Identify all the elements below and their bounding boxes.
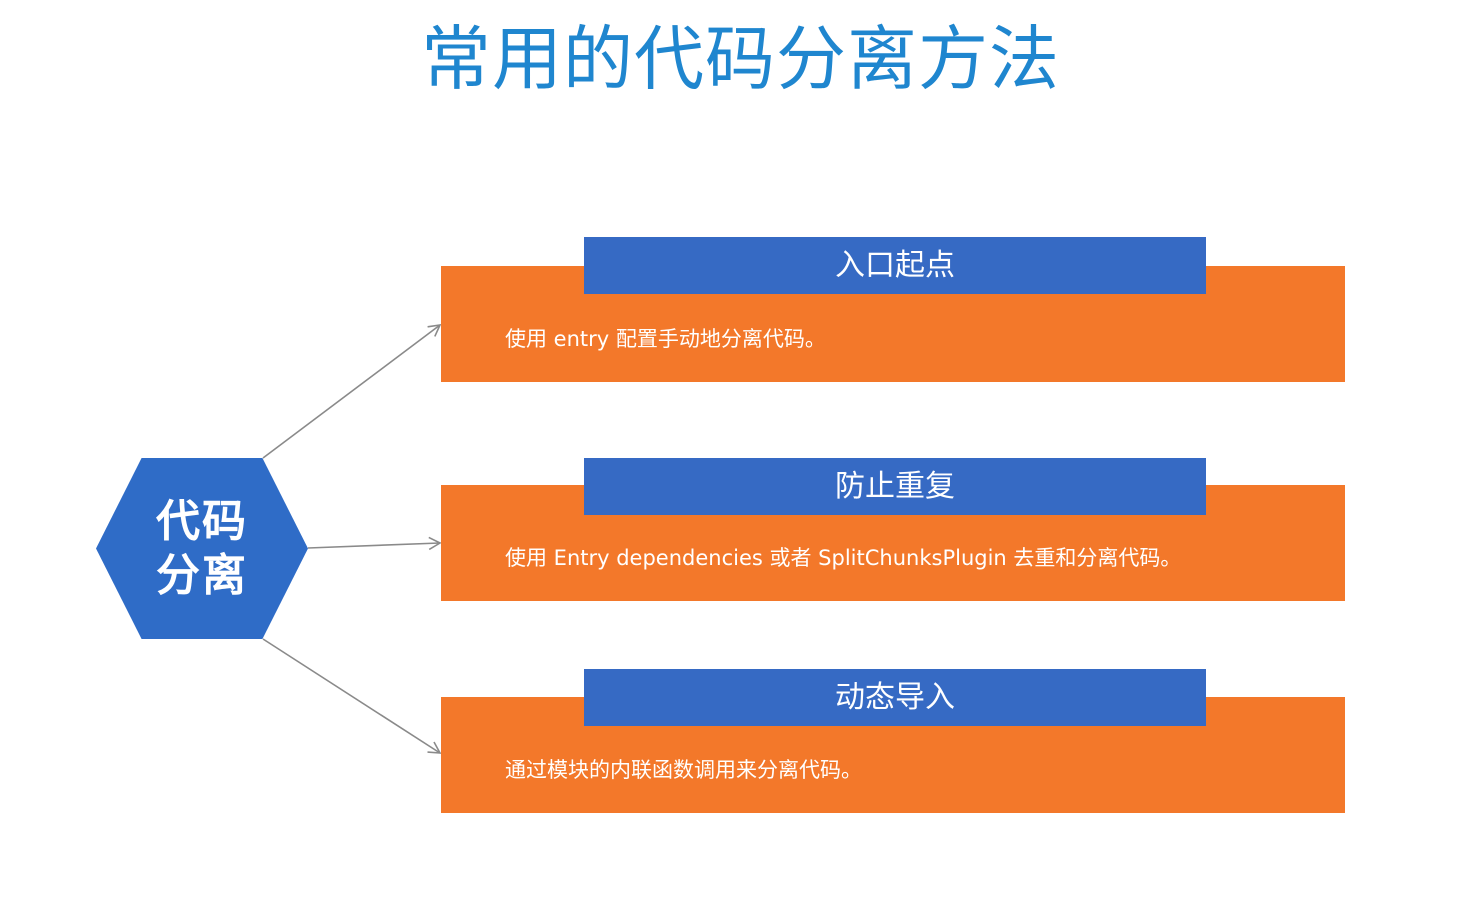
center-label-line2: 分离 <box>156 549 248 601</box>
branch-description: 通过模块的内联函数调用来分离代码。 <box>505 758 862 782</box>
branch-description: 使用 entry 配置手动地分离代码。 <box>505 327 826 351</box>
center-label-line1: 代码 <box>156 495 248 547</box>
arrow-to-prevent-duplication <box>307 536 442 551</box>
arrow-to-dynamic-imports <box>262 638 442 754</box>
branch-title-entry-points: 入口起点 <box>584 237 1206 294</box>
branch-title-prevent-duplication: 防止重复 <box>584 458 1206 515</box>
branch-description: 使用 Entry dependencies 或者 SplitChunksPlug… <box>505 546 1182 570</box>
arrow-to-entry-points <box>262 323 442 459</box>
branch-title-dynamic-imports: 动态导入 <box>584 669 1206 726</box>
